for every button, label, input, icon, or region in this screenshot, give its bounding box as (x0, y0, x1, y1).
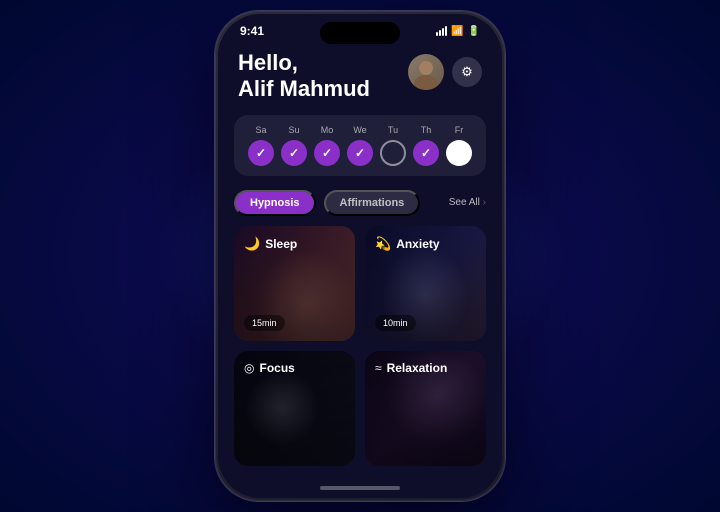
day-item-mo[interactable]: Mo ✓ (314, 125, 340, 166)
category-tabs: Hypnosis Affirmations See All › (218, 190, 502, 226)
check-icon-we: ✓ (355, 146, 365, 160)
card-sleep[interactable]: 🌙 Sleep 15min (234, 226, 355, 341)
sleep-title: Sleep (265, 237, 297, 251)
wifi-icon: 📶 (451, 26, 463, 37)
see-all-arrow-icon: › (483, 197, 486, 208)
relaxation-card-content: ≈ Relaxation (365, 351, 486, 466)
day-item-tu[interactable]: Tu (380, 125, 406, 166)
sleep-card-content: 🌙 Sleep 15min (234, 226, 355, 341)
day-label-we: We (353, 125, 366, 135)
day-label-sa: Sa (255, 125, 266, 135)
focus-title: Focus (259, 361, 294, 375)
sleep-duration: 15min (244, 315, 285, 331)
day-circle-su: ✓ (281, 140, 307, 166)
anxiety-title-row: 💫 Anxiety (375, 236, 476, 252)
relaxation-title: Relaxation (387, 361, 448, 375)
home-indicator (320, 486, 400, 490)
greeting-line1: Hello, Alif Mahmud (238, 50, 370, 103)
header-right: ⚙ (408, 54, 482, 90)
day-circle-we: ✓ (347, 140, 373, 166)
card-anxiety[interactable]: 💫 Anxiety 10min (365, 226, 486, 341)
gear-icon: ⚙ (461, 64, 473, 80)
settings-button[interactable]: ⚙ (452, 57, 482, 87)
day-item-su[interactable]: Su ✓ (281, 125, 307, 166)
card-focus[interactable]: ◎ Focus (234, 351, 355, 466)
anxiety-card-content: 💫 Anxiety 10min (365, 226, 486, 341)
anxiety-duration: 10min (375, 315, 416, 331)
phone-frame: 9:41 📶 🔋 Hello, Alif Mahmud (215, 11, 505, 501)
relaxation-icon: ≈ (375, 361, 382, 375)
phone-screen: 9:41 📶 🔋 Hello, Alif Mahmud (218, 14, 502, 498)
days-tracker: Sa ✓ Su ✓ Mo ✓ (234, 115, 486, 176)
anxiety-icon: 💫 (375, 236, 391, 252)
status-time: 9:41 (240, 24, 264, 38)
signal-icon (436, 26, 447, 36)
check-icon-mo: ✓ (322, 146, 332, 160)
day-label-fr: Fr (455, 125, 464, 135)
tab-affirmations[interactable]: Affirmations (324, 190, 421, 216)
battery-icon: 🔋 (468, 26, 480, 37)
day-circle-th: ✓ (413, 140, 439, 166)
header: Hello, Alif Mahmud ⚙ (218, 42, 502, 115)
focus-icon: ◎ (244, 361, 254, 375)
day-label-th: Th (421, 125, 432, 135)
relaxation-title-row: ≈ Relaxation (375, 361, 476, 375)
day-item-we[interactable]: We ✓ (347, 125, 373, 166)
day-label-tu: Tu (388, 125, 398, 135)
check-icon-sa: ✓ (256, 146, 266, 160)
greeting: Hello, Alif Mahmud (238, 50, 370, 103)
days-row: Sa ✓ Su ✓ Mo ✓ (248, 125, 472, 166)
check-icon-th: ✓ (421, 146, 431, 160)
focus-title-row: ◎ Focus (244, 361, 345, 375)
status-bar: 9:41 📶 🔋 (218, 14, 502, 42)
focus-card-content: ◎ Focus (234, 351, 355, 466)
day-item-th[interactable]: Th ✓ (413, 125, 439, 166)
anxiety-title: Anxiety (396, 237, 439, 251)
day-label-su: Su (288, 125, 299, 135)
card-relaxation[interactable]: ≈ Relaxation (365, 351, 486, 466)
day-item-fr[interactable]: Fr (446, 125, 472, 166)
day-item-sa[interactable]: Sa ✓ (248, 125, 274, 166)
tab-hypnosis[interactable]: Hypnosis (234, 190, 316, 216)
content-grid: 🌙 Sleep 15min 💫 Anxiety (218, 226, 502, 466)
day-label-mo: Mo (321, 125, 334, 135)
day-circle-fr (446, 140, 472, 166)
status-icons: 📶 🔋 (436, 26, 480, 37)
day-circle-mo: ✓ (314, 140, 340, 166)
day-circle-tu (380, 140, 406, 166)
avatar[interactable] (408, 54, 444, 90)
sleep-title-row: 🌙 Sleep (244, 236, 345, 252)
check-icon-su: ✓ (289, 146, 299, 160)
see-all-link[interactable]: See All › (449, 197, 486, 208)
sleep-icon: 🌙 (244, 236, 260, 252)
day-circle-sa: ✓ (248, 140, 274, 166)
